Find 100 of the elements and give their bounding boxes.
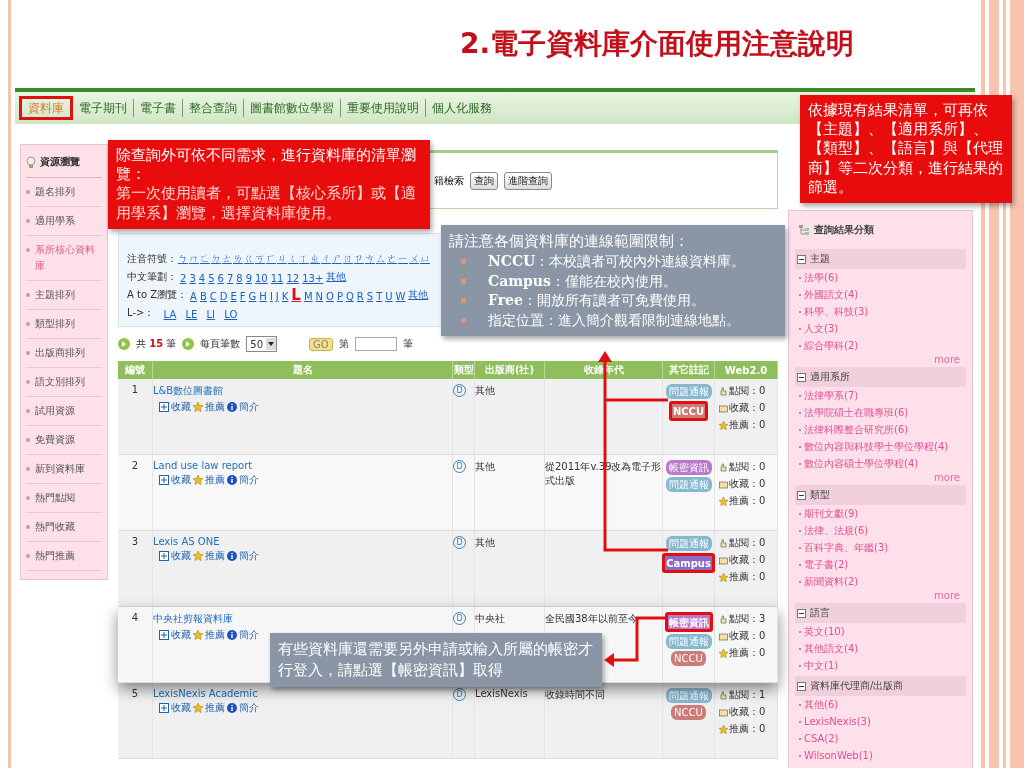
action-link[interactable]: 簡介 xyxy=(239,473,259,487)
nav-tab[interactable]: 整合查詢 xyxy=(183,99,244,117)
action-link[interactable]: 收藏 xyxy=(171,400,191,414)
action-link[interactable]: 推薦 xyxy=(205,628,225,642)
stroke-link[interactable]: 7 xyxy=(226,273,234,284)
zhuyin-link[interactable]: ㄙ xyxy=(376,252,386,266)
stroke-link[interactable]: 8 xyxy=(236,273,243,284)
action-link[interactable]: 簡介 xyxy=(239,701,259,715)
facet-link[interactable]: 其他語文(4) xyxy=(804,642,859,655)
zhuyin-link[interactable]: ㄍ xyxy=(244,252,254,266)
nav-tab[interactable]: 電子書 xyxy=(134,99,183,117)
stroke-link[interactable]: 4 xyxy=(198,273,206,284)
letter-link[interactable]: E xyxy=(230,291,237,302)
stroke-link[interactable]: 10 xyxy=(255,273,268,284)
letter-link[interactable]: 其他 xyxy=(408,288,429,302)
zhuyin-link[interactable]: ㄖ xyxy=(343,252,353,266)
zhuyin-link[interactable]: ㄜ xyxy=(387,252,397,266)
zhuyin-link[interactable]: ㄗ xyxy=(354,252,364,266)
facet-link[interactable]: 人文(3) xyxy=(804,322,839,335)
nav-tab[interactable]: 圖書館數位學習 xyxy=(244,99,341,117)
letter-link[interactable]: W xyxy=(395,291,406,302)
title-link[interactable]: 中央社剪報資料庫 xyxy=(153,613,233,624)
note-badge[interactable]: NCCU xyxy=(668,401,709,421)
sidebar-item[interactable]: 出版商排列 xyxy=(26,339,102,368)
facet-group-header[interactable]: 資料庫代理商/出版商 xyxy=(795,676,966,696)
sidebar-item[interactable]: 熱門收藏 xyxy=(26,513,102,542)
action-link[interactable]: 收藏 xyxy=(171,701,191,715)
letter-link[interactable]: I xyxy=(269,291,273,302)
sidebar-item[interactable]: 題名排列 xyxy=(26,178,102,207)
sidebar-item[interactable]: 語文別排列 xyxy=(26,368,102,397)
zhuyin-link[interactable]: ㄓ xyxy=(310,252,320,266)
note-badge[interactable]: Campus xyxy=(662,553,715,573)
sidebar-item[interactable]: 試用資源 xyxy=(26,397,102,426)
title-link[interactable]: LexisNexis Academic xyxy=(153,688,258,699)
letter-link[interactable]: P xyxy=(336,291,343,302)
zhuyin-link[interactable]: ㄌ xyxy=(233,252,243,266)
sidebar-item[interactable]: 新到資料庫 xyxy=(26,455,102,484)
action-link[interactable]: 簡介 xyxy=(239,628,259,642)
letter-link[interactable]: S xyxy=(366,291,374,302)
nav-tab[interactable]: 重要使用說明 xyxy=(341,99,426,117)
facet-link[interactable]: 數位內容與科技學士學位學程(4) xyxy=(804,440,949,453)
note-badge[interactable]: 帳密資訊 xyxy=(664,612,713,632)
action-link[interactable]: 簡介 xyxy=(239,549,259,563)
zhuyin-link[interactable]: ㄕ xyxy=(332,252,342,266)
title-link[interactable]: Land use law report xyxy=(153,460,253,471)
note-badge[interactable]: NCCU xyxy=(671,651,706,666)
letter-link[interactable]: L xyxy=(291,288,301,302)
facet-group-header[interactable]: 語言 xyxy=(795,603,966,623)
search-button[interactable]: 進階查詢 xyxy=(504,171,552,190)
zhuyin-link[interactable]: ㄅ xyxy=(178,252,188,266)
stroke-link[interactable]: 5 xyxy=(208,273,215,284)
stroke-link[interactable]: 3 xyxy=(189,273,196,284)
zhuyin-link[interactable]: ㄔ xyxy=(321,252,331,266)
stroke-link[interactable]: 12 xyxy=(286,273,300,284)
action-link[interactable]: 推薦 xyxy=(205,701,225,715)
letter-link[interactable]: F xyxy=(239,291,246,302)
note-badge[interactable]: NCCU xyxy=(671,705,706,720)
zhuyin-link[interactable]: ㄎ xyxy=(255,252,265,266)
facet-link[interactable]: 電子書(2) xyxy=(804,558,849,571)
stroke-link[interactable]: 2 xyxy=(180,273,187,284)
facet-group-header[interactable]: 類型 xyxy=(795,485,966,505)
action-link[interactable]: 推薦 xyxy=(205,473,225,487)
facet-group-header[interactable]: 主題 xyxy=(795,249,966,269)
sidebar-item[interactable]: 熱門點閱 xyxy=(26,484,102,513)
facet-link[interactable]: 法律學系(7) xyxy=(804,389,859,402)
letter-link[interactable]: Q xyxy=(345,291,354,302)
zhuyin-link[interactable]: ㄨ xyxy=(409,252,419,266)
facet-group-header[interactable]: 適用系所 xyxy=(795,367,966,387)
facet-link[interactable]: 法學院碩士在職專班(6) xyxy=(804,406,909,419)
action-link[interactable]: 收藏 xyxy=(171,549,191,563)
letter-link[interactable]: M xyxy=(303,291,313,302)
sidebar-item[interactable]: 適用學系 xyxy=(26,207,102,236)
facet-link[interactable]: 數位內容碩士學位學程(4) xyxy=(804,457,919,470)
nav-tab[interactable]: 個人化服務 xyxy=(426,99,498,117)
zhuyin-link[interactable]: ㄊ xyxy=(222,252,232,266)
facet-link[interactable]: WilsonWeb(1) xyxy=(804,749,873,762)
action-link[interactable]: 推薦 xyxy=(205,549,225,563)
zhuyin-link[interactable]: ㄑ xyxy=(288,252,298,266)
facet-link[interactable]: 新聞資料(2) xyxy=(804,575,859,588)
letter-link[interactable]: J xyxy=(275,291,279,302)
facet-link[interactable]: 英文(10) xyxy=(804,625,845,638)
letter-link[interactable]: N xyxy=(315,291,324,302)
stroke-link[interactable]: 6 xyxy=(217,273,224,284)
title-link[interactable]: L&B數位圖書館 xyxy=(153,385,224,396)
action-link[interactable]: 收藏 xyxy=(171,628,191,642)
facet-link[interactable]: 中文(1) xyxy=(804,659,839,672)
zhuyin-link[interactable]: ㄩ xyxy=(420,252,430,266)
zhuyin-link[interactable]: ㄈ xyxy=(200,252,210,266)
facet-link[interactable]: 法律、法規(6) xyxy=(804,524,869,537)
stroke-link[interactable]: 其他 xyxy=(326,270,347,284)
action-link[interactable]: 推薦 xyxy=(205,400,225,414)
letter-link[interactable]: K xyxy=(281,291,289,302)
action-link[interactable]: 簡介 xyxy=(239,400,259,414)
prefix-link[interactable]: LA xyxy=(163,309,177,320)
prefix-link[interactable]: LI xyxy=(206,309,216,320)
facet-link[interactable]: LexisNexis(3) xyxy=(804,715,871,728)
letter-link[interactable]: A xyxy=(190,291,197,302)
zhuyin-link[interactable]: ㄇ xyxy=(189,252,199,266)
sidebar-item[interactable]: 熱門推薦 xyxy=(26,542,102,571)
facet-link[interactable]: 綜合學科(2) xyxy=(804,339,859,352)
